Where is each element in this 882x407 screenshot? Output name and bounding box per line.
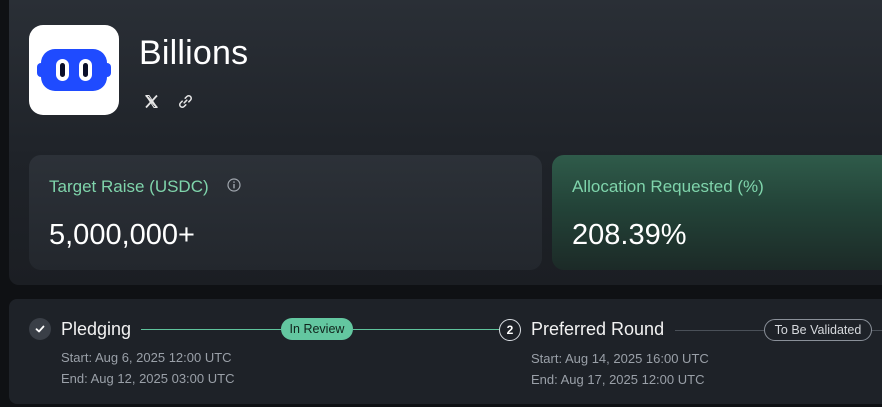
pledging-end-date: End: Aug 12, 2025 03:00 UTC xyxy=(61,371,235,386)
x-icon[interactable] xyxy=(143,93,160,110)
target-raise-card: Target Raise (USDC) 5,000,000+ xyxy=(29,155,542,270)
preferred-round-start-date: Start: Aug 14, 2025 16:00 UTC xyxy=(531,351,709,366)
project-logo xyxy=(29,25,119,115)
check-icon xyxy=(35,325,45,333)
allocation-requested-label: Allocation Requested (%) xyxy=(572,177,764,196)
step-connector-2b xyxy=(872,330,882,331)
status-badge-in-review: In Review xyxy=(281,318,353,340)
step-connector-2a xyxy=(675,330,764,331)
step-pledging-status xyxy=(29,318,51,340)
pledging-start-date: Start: Aug 6, 2025 12:00 UTC xyxy=(61,350,232,365)
billions-logo-icon xyxy=(37,49,111,91)
allocation-requested-card: Allocation Requested (%) 208.39% xyxy=(552,155,882,270)
allocation-requested-value: 208.39% xyxy=(572,219,687,251)
step-connector-1b xyxy=(353,329,499,330)
target-raise-label: Target Raise (USDC) xyxy=(49,177,209,196)
status-badge-to-be-validated: To Be Validated xyxy=(764,319,872,341)
step-preferred-round-number: 2 xyxy=(499,319,521,341)
preferred-round-end-date: End: Aug 17, 2025 12:00 UTC xyxy=(531,372,705,387)
step-preferred-round-name: Preferred Round xyxy=(531,319,665,339)
link-icon[interactable] xyxy=(177,93,194,110)
project-title: Billions xyxy=(139,34,249,72)
step-pledging-name: Pledging xyxy=(61,319,132,339)
info-icon[interactable] xyxy=(227,178,241,197)
step-connector-1a xyxy=(141,329,281,330)
target-raise-value: 5,000,000+ xyxy=(49,219,195,251)
